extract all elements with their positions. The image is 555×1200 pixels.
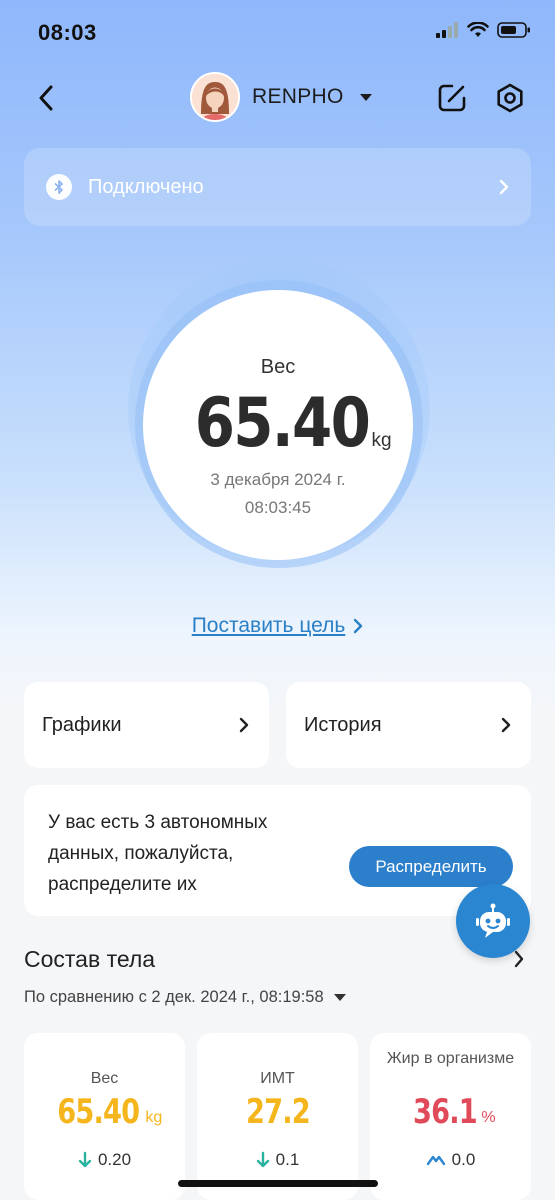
avatar bbox=[190, 72, 240, 122]
metric-delta-value: 0.20 bbox=[97, 1150, 132, 1169]
edit-icon bbox=[438, 84, 466, 112]
weight-date: 3 декабря 2024 г. bbox=[210, 470, 346, 489]
metric-delta: 0.0 bbox=[370, 1150, 531, 1170]
metric-card-body-fat[interactable]: Жир в организме 36.1 % 0.0 bbox=[370, 1033, 531, 1200]
battery-icon bbox=[497, 22, 530, 38]
home-indicator[interactable] bbox=[178, 1180, 378, 1187]
status-icons bbox=[435, 22, 531, 38]
metric-value: 36.1 bbox=[413, 1092, 478, 1132]
comparison-label: По сравнению с 2 дек. 2024 г., 08:19:58 bbox=[24, 988, 324, 1006]
charts-label: Графики bbox=[42, 713, 122, 736]
metric-value: 65.40 bbox=[57, 1092, 140, 1132]
metric-name: Вес bbox=[90, 1070, 119, 1087]
metric-name: ИМТ bbox=[260, 1070, 295, 1087]
status-bar: 08:03 bbox=[0, 0, 555, 66]
nav-bar: RENPHO bbox=[0, 70, 555, 126]
metric-card-bmi[interactable]: ИМТ 27.2 0.1 bbox=[197, 1033, 358, 1200]
profile-switcher[interactable]: RENPHO bbox=[190, 72, 372, 122]
metric-unit: kg bbox=[145, 1109, 163, 1126]
robot-icon bbox=[476, 903, 510, 938]
weight-time: 08:03:45 bbox=[244, 498, 312, 517]
signal-icon bbox=[436, 22, 458, 38]
metric-unit: % bbox=[481, 1109, 496, 1126]
arrow-down-icon bbox=[256, 1151, 269, 1168]
history-label: История bbox=[304, 713, 382, 736]
profile-name: RENPHO bbox=[252, 85, 344, 108]
weight-display[interactable]: Вес 65.40 kg 3 декабря 2024 г. 08:03:45 bbox=[143, 290, 413, 560]
weight-label: Вес bbox=[260, 356, 296, 378]
weight-unit: kg bbox=[371, 430, 392, 451]
user-avatar-icon bbox=[192, 74, 238, 120]
connection-label: Подключено bbox=[88, 175, 204, 198]
assistant-button[interactable] bbox=[456, 884, 530, 958]
comparison-selector[interactable]: По сравнению с 2 дек. 2024 г., 08:19:58 bbox=[24, 988, 346, 1007]
wifi-icon bbox=[467, 22, 489, 37]
offline-data-card: У вас есть 3 автономных данных, пожалуйс… bbox=[24, 785, 531, 916]
chevron-right-icon bbox=[354, 618, 363, 634]
body-composition-title: Состав тела bbox=[24, 946, 156, 972]
metric-delta-value: 0.1 bbox=[275, 1150, 300, 1169]
charts-card[interactable]: Графики bbox=[24, 682, 269, 768]
chevron-right-icon bbox=[501, 717, 511, 733]
metric-delta: 0.1 bbox=[197, 1150, 358, 1170]
set-goal-label: Поставить цель bbox=[191, 614, 346, 637]
status-time: 08:03 bbox=[38, 20, 97, 45]
set-goal-link[interactable]: Поставить цель bbox=[0, 614, 555, 638]
connection-status-card[interactable]: Подключено bbox=[24, 148, 531, 226]
metric-card-weight[interactable]: Вес 65.40 kg 0.20 bbox=[24, 1033, 185, 1200]
settings-button[interactable] bbox=[494, 82, 526, 114]
back-button[interactable] bbox=[28, 80, 64, 116]
metric-delta: 0.20 bbox=[24, 1150, 185, 1170]
chevron-right-icon[interactable] bbox=[514, 950, 524, 968]
metric-delta-value: 0.0 bbox=[451, 1150, 476, 1169]
metric-value: 27.2 bbox=[245, 1092, 311, 1132]
chevron-right-icon bbox=[239, 717, 249, 733]
trend-flat-icon bbox=[426, 1155, 445, 1166]
arrow-down-icon bbox=[78, 1151, 92, 1168]
chevron-left-icon bbox=[39, 85, 53, 111]
caret-down-icon bbox=[359, 93, 372, 101]
edit-button[interactable] bbox=[436, 82, 468, 114]
weight-value: 65.40 bbox=[195, 384, 371, 463]
caret-down-icon bbox=[333, 994, 346, 1001]
history-card[interactable]: История bbox=[286, 682, 531, 768]
chevron-right-icon bbox=[499, 179, 509, 195]
offline-message: У вас есть 3 автономных данных, пожалуйс… bbox=[48, 812, 268, 895]
distribute-button[interactable]: Распределить bbox=[349, 846, 513, 887]
metric-name: Жир в организме bbox=[386, 1050, 515, 1067]
gear-icon bbox=[497, 83, 523, 113]
bluetooth-icon bbox=[46, 174, 72, 200]
